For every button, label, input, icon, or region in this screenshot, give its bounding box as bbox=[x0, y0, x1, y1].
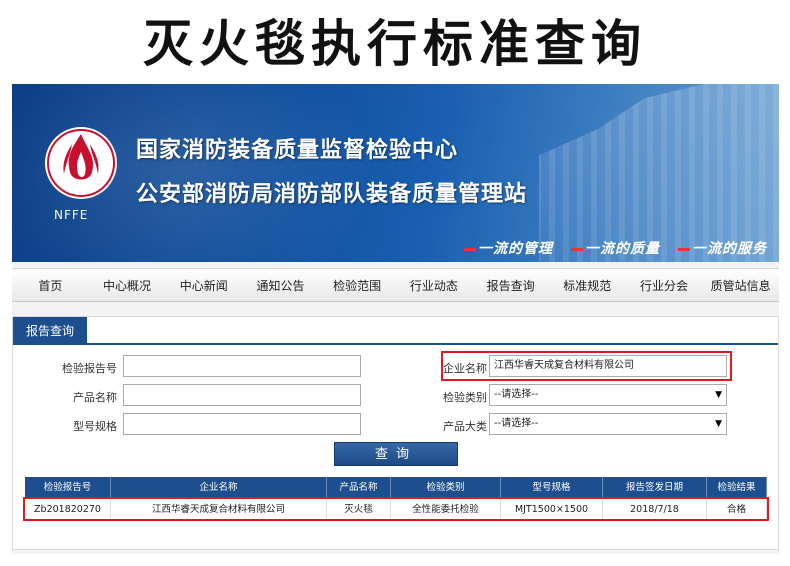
col-test-type: 检验类别 bbox=[391, 477, 501, 499]
model-spec-input[interactable] bbox=[123, 413, 361, 435]
building-graphic bbox=[539, 84, 779, 262]
product-category-select[interactable]: --请选择-- ▼ bbox=[489, 413, 727, 435]
product-category-label: 产品大类 bbox=[443, 420, 487, 433]
model-spec-label: 型号规格 bbox=[73, 420, 117, 433]
panel-header: 报告查询 bbox=[13, 317, 778, 345]
test-type-label: 检验类别 bbox=[443, 391, 487, 404]
nav-home[interactable]: 首页 bbox=[12, 277, 89, 294]
tab-report-query[interactable]: 报告查询 bbox=[13, 317, 87, 345]
slogan-service: 一流的服务 bbox=[678, 238, 767, 258]
nav-station-info[interactable]: 质管站信息 bbox=[702, 277, 779, 294]
results-table: 检验报告号 企业名称 产品名称 检验类别 型号规格 报告签发日期 检验结果 Zb… bbox=[23, 477, 769, 521]
nav-report-query[interactable]: 报告查询 bbox=[472, 277, 549, 294]
results-header-row: 检验报告号 企业名称 产品名称 检验类别 型号规格 报告签发日期 检验结果 bbox=[25, 477, 767, 499]
slogan-management: 一流的管理 bbox=[464, 238, 553, 258]
col-company: 企业名称 bbox=[111, 477, 327, 499]
query-button[interactable]: 查询 bbox=[334, 442, 458, 466]
nav-news[interactable]: 中心新闻 bbox=[165, 277, 242, 294]
dropdown-arrow-icon: ▼ bbox=[715, 390, 722, 400]
nav-standards[interactable]: 标准规范 bbox=[549, 277, 626, 294]
page-title: 灭火毯执行标准查询 bbox=[143, 15, 647, 73]
col-report-no: 检验报告号 bbox=[25, 477, 111, 499]
main-nav: 首页 中心概况 中心新闻 通知公告 检验范围 行业动态 报告查询 标准规范 行业… bbox=[12, 268, 779, 302]
report-no-input[interactable] bbox=[123, 355, 361, 377]
report-no-label: 检验报告号 bbox=[62, 362, 117, 375]
product-name-input[interactable] bbox=[123, 384, 361, 406]
logo-text: NFFE bbox=[54, 208, 89, 222]
banner-org-name-2: 公安部消防局消防部队装备质量管理站 bbox=[136, 182, 528, 207]
nav-industry-news[interactable]: 行业动态 bbox=[396, 277, 473, 294]
nav-about[interactable]: 中心概况 bbox=[89, 277, 166, 294]
website-frame: NFFE 国家消防装备质量监督检验中心 公安部消防局消防部队装备质量管理站 一流… bbox=[12, 84, 779, 554]
report-query-panel: 报告查询 检验报告号 产品名称 型号规格 企业名称 江西华睿天成复合材料有限公司… bbox=[12, 316, 779, 550]
banner-org-name-1: 国家消防装备质量监督检验中心 bbox=[136, 138, 459, 163]
nav-notices[interactable]: 通知公告 bbox=[242, 277, 319, 294]
col-product: 产品名称 bbox=[327, 477, 391, 499]
banner-slogans: 一流的管理 一流的质量 一流的服务 bbox=[464, 238, 767, 258]
result-highlight-box bbox=[23, 497, 769, 521]
nav-test-scope[interactable]: 检验范围 bbox=[319, 277, 396, 294]
dropdown-arrow-icon: ▼ bbox=[715, 419, 722, 429]
flame-logo-icon bbox=[45, 127, 117, 199]
site-banner: NFFE 国家消防装备质量监督检验中心 公安部消防局消防部队装备质量管理站 一流… bbox=[12, 84, 779, 262]
nav-branches[interactable]: 行业分会 bbox=[626, 277, 703, 294]
col-date: 报告签发日期 bbox=[603, 477, 707, 499]
slogan-quality: 一流的质量 bbox=[571, 238, 660, 258]
product-name-label: 产品名称 bbox=[73, 391, 117, 404]
company-highlight-box bbox=[441, 351, 732, 381]
col-model: 型号规格 bbox=[501, 477, 603, 499]
test-type-select[interactable]: --请选择-- ▼ bbox=[489, 384, 727, 406]
col-result: 检验结果 bbox=[707, 477, 767, 499]
